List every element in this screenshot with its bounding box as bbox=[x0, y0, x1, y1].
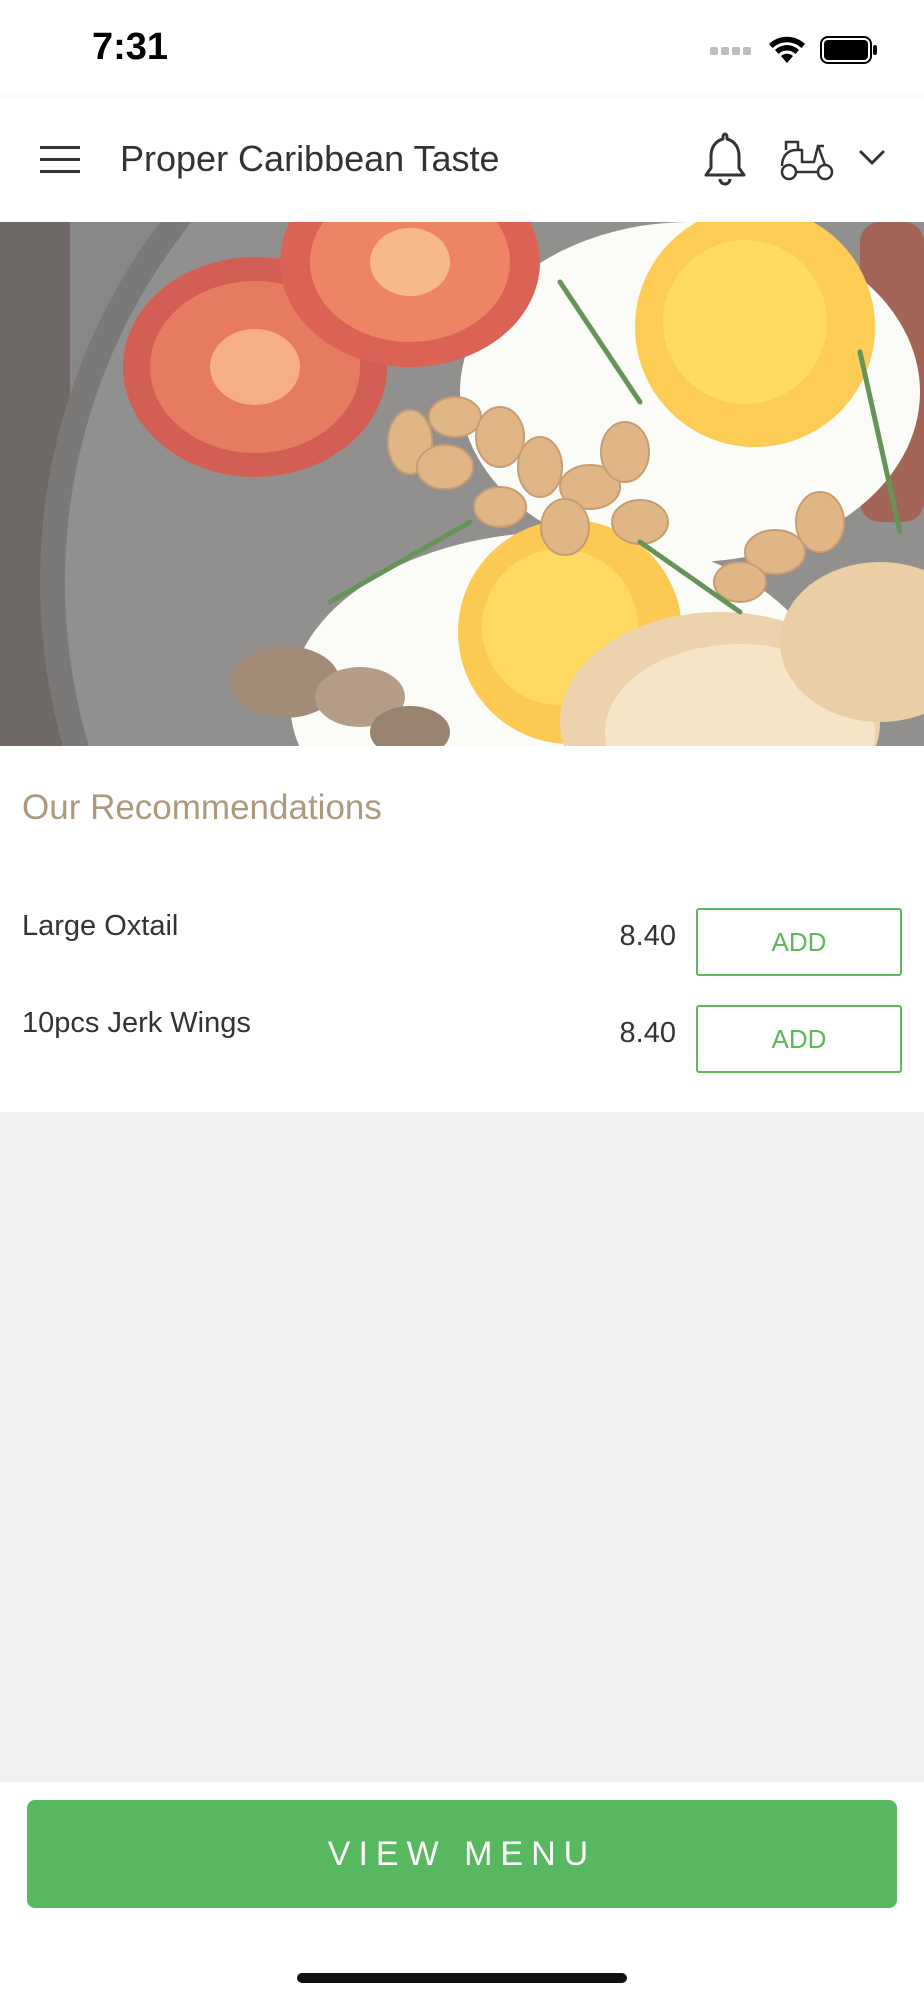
view-menu-button[interactable]: VIEW MENU bbox=[27, 1800, 897, 1908]
recommendations-section: Our Recommendations Large Oxtail 8.40 AD… bbox=[0, 746, 924, 1112]
battery-icon bbox=[820, 36, 877, 64]
status-icons bbox=[710, 34, 878, 66]
item-price: 8.40 bbox=[619, 1017, 676, 1049]
hero-banner bbox=[0, 222, 924, 746]
app-header: Proper Caribbean Taste bbox=[0, 98, 924, 222]
list-item: Large Oxtail 8.40 ADD bbox=[0, 908, 924, 980]
add-button[interactable]: ADD bbox=[696, 908, 902, 976]
scooter-icon bbox=[780, 140, 834, 181]
bell-icon bbox=[704, 132, 746, 186]
hamburger-menu-icon bbox=[40, 146, 80, 173]
app-title: Proper Caribbean Taste bbox=[120, 138, 500, 179]
item-price: 8.40 bbox=[619, 920, 676, 952]
chevron-down-icon bbox=[859, 150, 885, 165]
item-name: Large Oxtail bbox=[22, 910, 179, 942]
add-button[interactable]: ADD bbox=[696, 1005, 902, 1073]
status-time: 7:31 bbox=[92, 26, 169, 68]
status-bar: 7:31 bbox=[0, 0, 924, 98]
cellular-signal-icon bbox=[710, 47, 751, 55]
location-dropdown-button[interactable] bbox=[856, 142, 888, 174]
menu-button[interactable] bbox=[34, 138, 86, 182]
item-name: 10pcs Jerk Wings bbox=[22, 1007, 251, 1039]
wifi-icon bbox=[769, 36, 805, 63]
bottom-bar: VIEW MENU bbox=[0, 1782, 924, 2000]
hero-overlay bbox=[0, 222, 924, 746]
list-item: 10pcs Jerk Wings 8.40 ADD bbox=[0, 1005, 924, 1077]
delivery-mode-button[interactable] bbox=[778, 136, 836, 182]
home-indicator bbox=[297, 1973, 627, 1983]
recommendations-title: Our Recommendations bbox=[22, 788, 382, 827]
notifications-button[interactable] bbox=[700, 130, 750, 188]
